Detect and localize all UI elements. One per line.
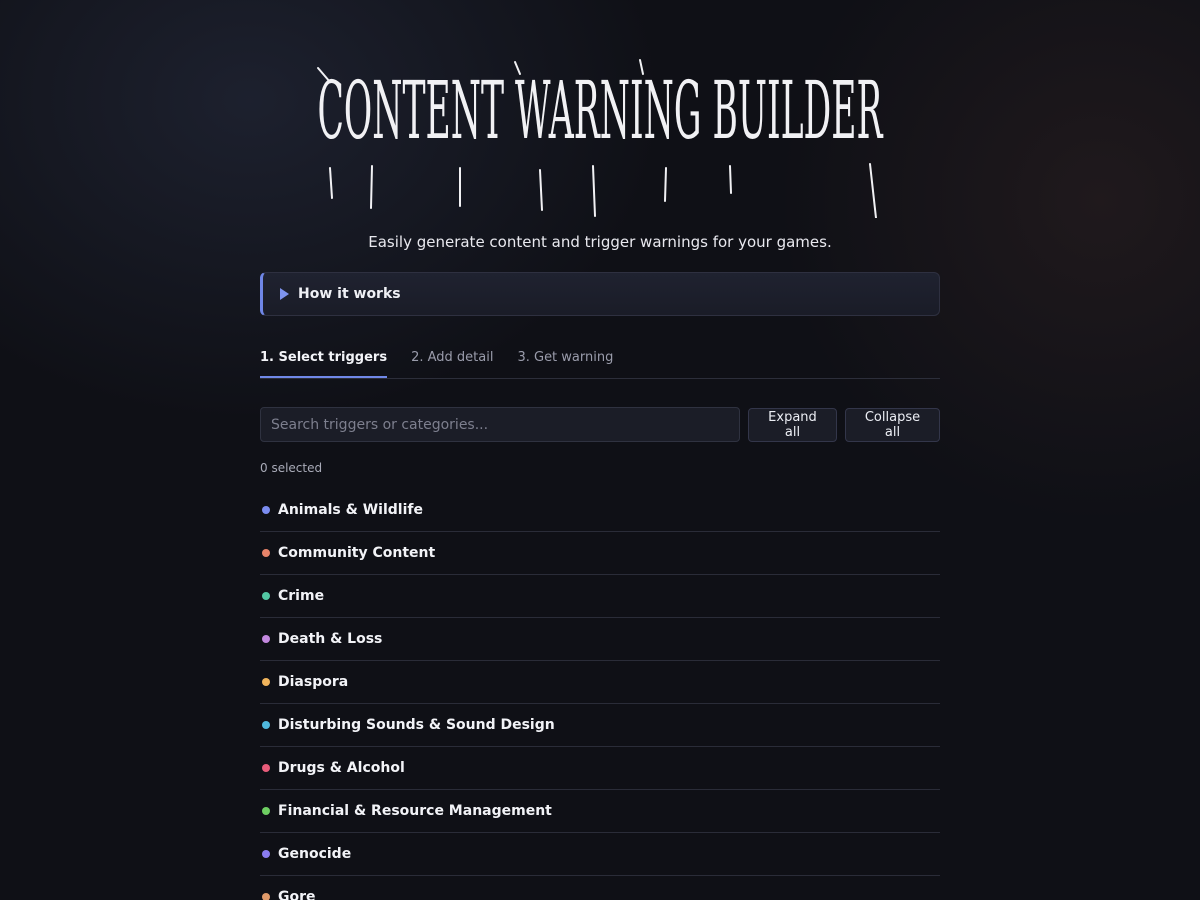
category-item[interactable]: Community Content: [260, 532, 940, 575]
how-it-works-toggle[interactable]: How it works: [260, 272, 940, 316]
how-it-works-label: How it works: [298, 286, 401, 302]
category-label: Diaspora: [278, 674, 349, 690]
category-dot-icon: [262, 592, 270, 600]
tab-add-detail[interactable]: 2. Add detail: [411, 342, 493, 378]
category-item[interactable]: Financial & Resource Management: [260, 790, 940, 833]
category-item[interactable]: Drugs & Alcohol: [260, 747, 940, 790]
main-container: CONTENT WARNING BUILDER Easily generate …: [260, 0, 940, 900]
toolbar: Expand all Collapse all: [260, 407, 940, 442]
collapse-all-button[interactable]: Collapse all: [844, 407, 940, 442]
category-label: Crime: [278, 588, 325, 604]
category-label: Genocide: [278, 846, 352, 862]
subtitle: Easily generate content and trigger warn…: [368, 233, 832, 251]
category-label: Drugs & Alcohol: [278, 760, 405, 776]
logo: CONTENT WARNING BUILDER: [260, 0, 940, 228]
category-item[interactable]: Diaspora: [260, 661, 940, 704]
category-item[interactable]: Animals & Wildlife: [260, 489, 940, 532]
expand-all-button[interactable]: Expand all: [748, 407, 837, 442]
category-label: Animals & Wildlife: [278, 502, 423, 518]
category-label: Gore: [278, 889, 316, 900]
category-item[interactable]: Disturbing Sounds & Sound Design: [260, 704, 940, 747]
category-label: Death & Loss: [278, 631, 383, 647]
step-tabs: 1. Select triggers 2. Add detail 3. Get …: [260, 342, 940, 379]
category-item[interactable]: Gore: [260, 876, 940, 900]
category-label: Disturbing Sounds & Sound Design: [278, 717, 555, 733]
category-dot-icon: [262, 549, 270, 557]
category-dot-icon: [262, 678, 270, 686]
category-dot-icon: [262, 764, 270, 772]
category-dot-icon: [262, 721, 270, 729]
category-dot-icon: [262, 506, 270, 514]
category-list: Animals & Wildlife Community Content Crime…: [260, 489, 940, 900]
logo-text: CONTENT WARNING BUILDER: [318, 65, 884, 158]
category-dot-icon: [262, 635, 270, 643]
category-item[interactable]: Genocide: [260, 833, 940, 876]
category-item[interactable]: Death & Loss: [260, 618, 940, 661]
tab-select-triggers[interactable]: 1. Select triggers: [260, 342, 388, 378]
category-dot-icon: [262, 850, 270, 858]
search-input[interactable]: [260, 407, 740, 442]
category-item[interactable]: Crime: [260, 575, 940, 618]
triangle-right-icon: [280, 288, 289, 300]
category-label: Community Content: [278, 545, 436, 561]
selected-count: 0 selected: [260, 461, 323, 475]
category-label: Financial & Resource Management: [278, 803, 552, 819]
category-dot-icon: [262, 807, 270, 815]
tab-get-warning[interactable]: 3. Get warning: [517, 342, 613, 378]
logo-wordmark: CONTENT WARNING BUILDER: [317, 59, 884, 218]
category-dot-icon: [262, 893, 270, 900]
